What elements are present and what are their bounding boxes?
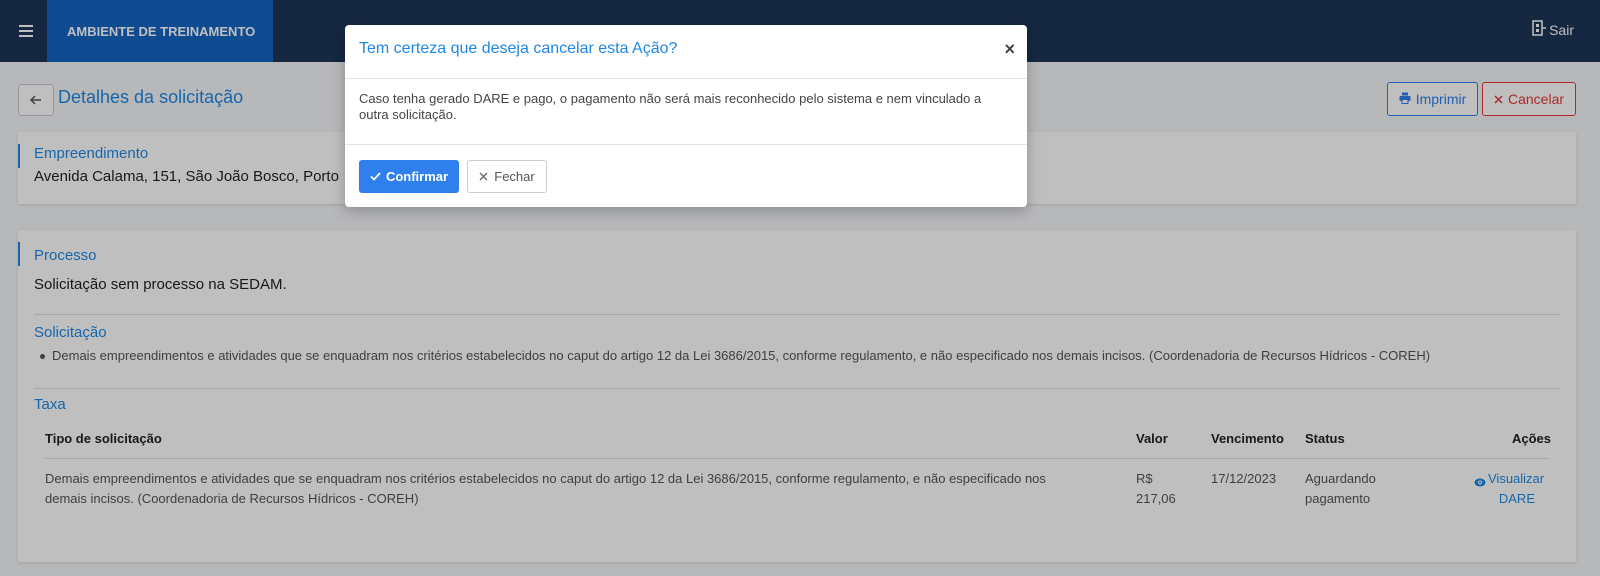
close-label: Fechar <box>494 169 535 184</box>
confirm-label: Confirmar <box>385 169 449 184</box>
divider <box>345 78 1027 79</box>
check-icon <box>370 169 381 184</box>
dialog-message: Caso tenha gerado DARE e pago, o pagamen… <box>359 91 982 122</box>
confirm-button[interactable]: Confirmar <box>359 160 459 193</box>
close-icon <box>479 169 488 184</box>
close-dialog-button[interactable]: Fechar <box>467 160 547 193</box>
confirm-cancel-dialog: Tem certeza que deseja cancelar esta Açã… <box>345 25 1027 207</box>
divider <box>345 144 1027 145</box>
dialog-close-icon[interactable]: × <box>1004 39 1015 60</box>
dialog-title: Tem certeza que deseja cancelar esta Açã… <box>359 40 678 57</box>
